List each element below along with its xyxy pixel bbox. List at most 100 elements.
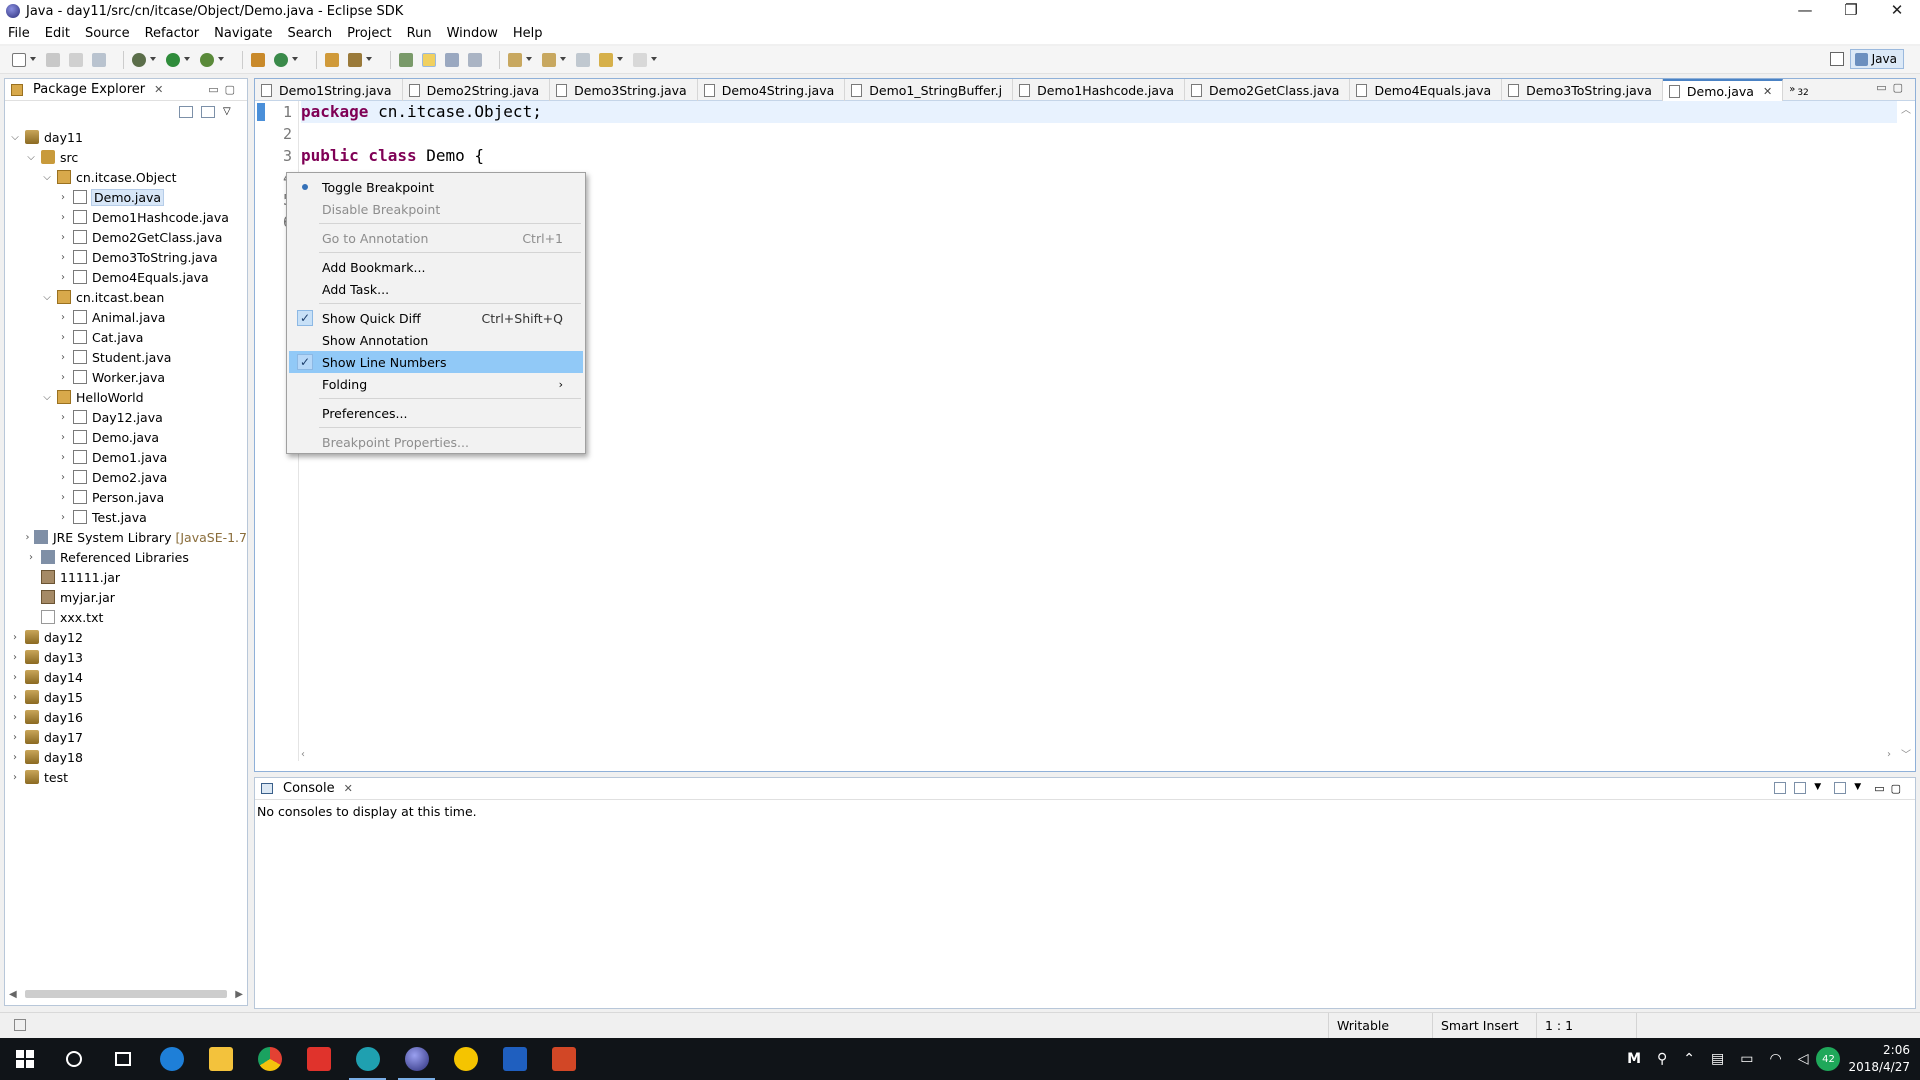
tree-item[interactable]: ⌵ src [5,147,247,167]
forward-icon[interactable] [633,52,647,67]
view-menu-icon[interactable]: ▽ [223,106,237,118]
editor-tab[interactable]: Demo2String.java [403,79,551,101]
tree-item[interactable]: 11111.jar [5,567,247,587]
status-insert-mode[interactable]: Smart Insert [1432,1013,1536,1039]
editor-tab[interactable]: Demo3String.java [550,79,698,101]
tree-item[interactable]: › Worker.java [5,367,247,387]
open-console-icon[interactable] [1834,782,1847,794]
open-type-icon[interactable] [325,52,339,67]
battery-icon[interactable]: ▭ [1740,1051,1753,1067]
new-dropdown-icon[interactable] [30,56,36,63]
tree-item[interactable]: › Animal.java [5,307,247,327]
chevron-icon[interactable]: › [9,712,21,723]
tree-item[interactable]: › Test.java [5,507,247,527]
editor-tab[interactable]: Demo4String.java [698,79,846,101]
menu-search[interactable]: Search [287,26,332,41]
tree-item[interactable]: › Student.java [5,347,247,367]
editor-tab[interactable]: Demo1String.java [255,79,403,101]
last-edit-location-icon[interactable] [576,52,590,67]
tree-item[interactable]: › Day12.java [5,407,247,427]
save-icon[interactable] [46,52,60,67]
save-all-icon[interactable] [69,52,83,67]
menu-item-preferences[interactable]: Preferences... [289,402,583,424]
chevron-icon[interactable]: › [9,752,21,763]
menu-help[interactable]: Help [513,26,543,41]
open-console-dropdown-icon[interactable]: ▼ [1854,782,1866,794]
new-icon[interactable] [12,52,26,67]
back-dropdown-icon[interactable] [617,56,623,63]
next-annotation-dropdown-icon[interactable] [526,56,532,63]
search-icon[interactable] [348,52,362,67]
close-window-button[interactable]: ✕ [1874,0,1920,22]
new-class-dropdown-icon[interactable] [292,56,298,63]
chevron-icon[interactable]: ⌵ [9,132,21,143]
tree-item[interactable]: ⌵ HelloWorld [5,387,247,407]
chevron-icon[interactable]: ⌵ [25,152,37,163]
chevron-icon[interactable]: › [57,412,69,423]
taskbar-360[interactable] [441,1038,490,1080]
scroll-up-icon[interactable]: ︿ [1901,101,1911,116]
taskbar-edge[interactable] [147,1038,196,1080]
menu-source[interactable]: Source [85,26,130,41]
volume-icon[interactable]: ◁ [1798,1051,1809,1067]
chevron-icon[interactable]: › [57,312,69,323]
close-icon[interactable]: ✕ [154,83,163,96]
menu-file[interactable]: File [8,26,30,41]
tree-item[interactable]: › test [5,767,247,787]
menu-window[interactable]: Window [447,26,498,41]
menu-item-show-annotation[interactable]: Show Annotation [289,329,583,351]
package-explorer-tab[interactable]: Package Explorer ✕ ▭▢ [5,79,247,101]
show-hidden-icons-icon[interactable]: ⌃ [1683,1051,1695,1067]
chevron-icon[interactable]: ⌵ [41,292,53,303]
task-view-button[interactable] [98,1038,147,1080]
new-java-package-icon[interactable] [251,52,265,67]
chevron-icon[interactable]: › [57,352,69,363]
chevron-icon[interactable]: › [57,212,69,223]
toggle-block-selection-icon[interactable] [422,52,436,67]
chevron-icon[interactable]: › [9,732,21,743]
taskbar-mindmaster[interactable] [490,1038,539,1080]
tree-item[interactable]: myjar.jar [5,587,247,607]
run-icon[interactable] [166,52,180,67]
tree-item[interactable]: › JRE System Library [JavaSE-1.7 [5,527,247,547]
editor-tab[interactable]: Demo1_StringBuffer.j [845,79,1014,101]
tree-item[interactable]: xxx.txt [5,607,247,627]
people-icon[interactable]: ⚲ [1657,1051,1667,1067]
editor-tab[interactable]: Demo4Equals.java [1350,79,1503,101]
search-dropdown-icon[interactable] [366,56,372,63]
chevron-icon[interactable]: › [57,332,69,343]
tree-item[interactable]: › Demo.java [5,427,247,447]
tree-item[interactable]: › Demo3ToString.java [5,247,247,267]
chevron-icon[interactable]: › [57,432,69,443]
tree-item[interactable]: › Demo2.java [5,467,247,487]
tree-item[interactable]: › Referenced Libraries [5,547,247,567]
code-line-3[interactable]: public class Demo { [301,145,484,167]
external-tools-dropdown-icon[interactable] [218,56,224,63]
tree-item[interactable]: › Demo2GetClass.java [5,227,247,247]
chevron-icon[interactable]: › [57,372,69,383]
clock[interactable]: 2:06 2018/4/27 [1848,1042,1910,1076]
tree-item[interactable]: › day16 [5,707,247,727]
editor-tab[interactable]: Demo1Hashcode.java [1013,79,1186,101]
chevron-icon[interactable]: › [9,672,21,683]
display-console-dropdown-icon[interactable]: ▼ [1814,782,1826,794]
code-line-1[interactable]: package cn.itcase.Object; [301,101,1897,123]
network-icon[interactable]: ▤ [1711,1051,1724,1067]
tab-overflow-button[interactable]: » 32 [1783,79,1809,100]
scroll-thumb[interactable] [24,990,228,998]
previous-annotation-icon[interactable] [542,52,556,67]
chevron-icon[interactable]: › [57,492,69,503]
chevron-icon[interactable]: ⌵ [41,172,53,183]
scroll-left-icon[interactable]: ◀ [9,989,17,1000]
start-button[interactable] [0,1038,49,1080]
package-explorer-scrollbar[interactable]: ◀ ▶ [9,987,243,1001]
fast-view-icon[interactable] [14,1019,26,1031]
tray-app-letter[interactable]: M [1627,1051,1641,1067]
scroll-down-icon[interactable]: ﹀ [1901,746,1911,761]
pin-console-icon[interactable] [1774,782,1787,794]
next-annotation-icon[interactable] [508,52,522,67]
editor-tab[interactable]: Demo3ToString.java [1502,79,1663,101]
scroll-right-icon[interactable]: ▶ [235,989,243,1000]
tree-item[interactable]: › Demo4Equals.java [5,267,247,287]
tree-item[interactable]: ⌵ day11 [5,127,247,147]
